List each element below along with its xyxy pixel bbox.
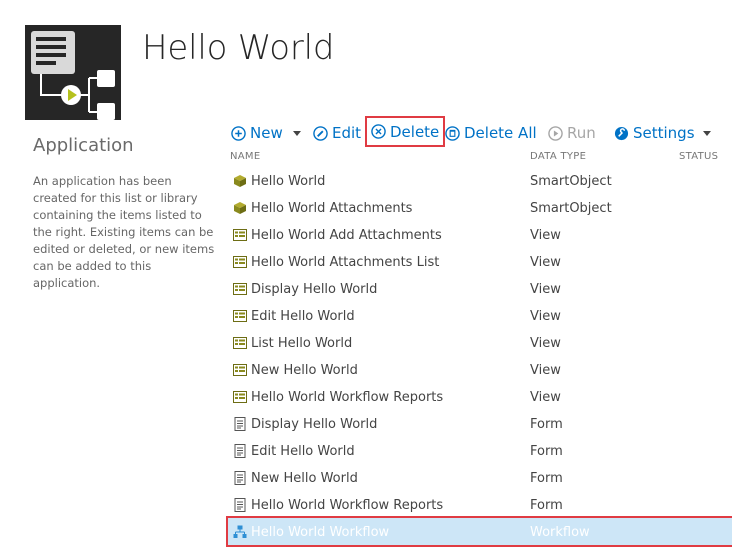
item-data-type: View xyxy=(530,390,561,405)
item-name[interactable]: Hello World xyxy=(251,174,325,189)
delete-circle-icon xyxy=(371,124,386,139)
list-item[interactable]: Hello World SmartObject xyxy=(228,167,732,194)
wrench-icon xyxy=(614,126,629,140)
form-icon xyxy=(233,444,247,458)
run-button[interactable]: Run xyxy=(548,121,596,145)
run-label: Run xyxy=(567,124,596,142)
item-data-type: SmartObject xyxy=(530,201,612,216)
item-data-type: Form xyxy=(530,417,563,432)
play-icon xyxy=(548,125,563,141)
smartobject-icon xyxy=(233,201,247,215)
item-data-type: Form xyxy=(530,444,563,459)
list-item[interactable]: Hello World Add Attachments View xyxy=(228,221,732,248)
new-label: New xyxy=(250,124,283,142)
workflow-icon xyxy=(233,525,247,539)
item-name[interactable]: Edit Hello World xyxy=(251,444,355,459)
settings-button[interactable]: Settings xyxy=(614,121,695,145)
items-list: Hello World SmartObject Hello World Attach… xyxy=(226,167,732,547)
column-header-status[interactable]: STATUS xyxy=(679,151,718,162)
item-data-type: Form xyxy=(530,498,563,513)
item-name[interactable]: Hello World Workflow xyxy=(251,525,389,540)
list-item[interactable]: Hello World Attachments SmartObject xyxy=(228,194,732,221)
view-icon xyxy=(233,363,247,377)
item-data-type: View xyxy=(530,255,561,270)
item-name[interactable]: New Hello World xyxy=(251,471,358,486)
list-item[interactable]: Display Hello World View xyxy=(228,275,732,302)
form-icon xyxy=(233,471,247,485)
delete-label: Delete xyxy=(390,122,440,141)
item-name[interactable]: Edit Hello World xyxy=(251,309,355,324)
chevron-down-icon xyxy=(293,130,301,136)
item-data-type: View xyxy=(530,336,561,351)
list-item[interactable]: Display Hello World Form xyxy=(228,410,732,437)
page-title: Hello World xyxy=(142,28,335,68)
item-name[interactable]: Hello World Attachments List xyxy=(251,255,439,270)
app-tile xyxy=(25,25,121,120)
view-icon xyxy=(233,336,247,350)
delete-button[interactable]: Delete xyxy=(365,116,446,147)
add-circle-icon xyxy=(231,125,246,141)
edit-icon xyxy=(313,125,328,141)
panel-title: Application xyxy=(33,135,134,156)
settings-dropdown-button[interactable] xyxy=(703,121,711,145)
list-item[interactable]: Hello World Workflow Reports View xyxy=(228,383,732,410)
chevron-down-icon xyxy=(703,130,711,136)
item-name[interactable]: Hello World Add Attachments xyxy=(251,228,442,243)
trash-icon xyxy=(445,125,460,141)
column-header-name[interactable]: NAME xyxy=(230,151,260,162)
new-button[interactable]: New xyxy=(231,121,283,145)
delete-all-label: Delete All xyxy=(464,124,537,142)
item-data-type: View xyxy=(530,309,561,324)
new-dropdown-button[interactable] xyxy=(293,121,301,145)
item-data-type: View xyxy=(530,282,561,297)
item-data-type: Form xyxy=(530,471,563,486)
item-name[interactable]: Hello World Workflow Reports xyxy=(251,390,443,405)
item-name[interactable]: Hello World Workflow Reports xyxy=(251,498,443,513)
list-item[interactable]: Hello World Workflow Reports Form xyxy=(228,491,732,518)
list-item[interactable]: Edit Hello World View xyxy=(228,302,732,329)
form-icon xyxy=(233,417,247,431)
list-item[interactable]: Hello World Workflow Workflow xyxy=(226,516,732,547)
form-icon xyxy=(233,498,247,512)
item-data-type: Workflow xyxy=(530,525,590,540)
view-icon xyxy=(233,282,247,296)
list-item[interactable]: List Hello World View xyxy=(228,329,732,356)
view-icon xyxy=(233,255,247,269)
item-name[interactable]: Display Hello World xyxy=(251,417,377,432)
item-data-type: View xyxy=(530,363,561,378)
column-header-data-type[interactable]: DATA TYPE xyxy=(530,151,586,162)
item-name[interactable]: List Hello World xyxy=(251,336,352,351)
item-name[interactable]: New Hello World xyxy=(251,363,358,378)
list-item[interactable]: Edit Hello World Form xyxy=(228,437,732,464)
view-icon xyxy=(233,309,247,323)
settings-label: Settings xyxy=(633,124,695,142)
item-name[interactable]: Hello World Attachments xyxy=(251,201,412,216)
list-item[interactable]: Hello World Attachments List View xyxy=(228,248,732,275)
smartobject-icon xyxy=(233,174,247,188)
item-data-type: View xyxy=(530,228,561,243)
workflow-app-icon xyxy=(31,31,115,120)
list-item[interactable]: New Hello World View xyxy=(228,356,732,383)
view-icon xyxy=(233,390,247,404)
panel-description: An application has been created for this… xyxy=(33,174,215,290)
delete-all-button[interactable]: Delete All xyxy=(445,121,537,145)
list-item[interactable]: New Hello World Form xyxy=(228,464,732,491)
item-name[interactable]: Display Hello World xyxy=(251,282,377,297)
edit-label: Edit xyxy=(332,124,362,142)
edit-button[interactable]: Edit xyxy=(313,121,361,145)
view-icon xyxy=(233,228,247,242)
item-data-type: SmartObject xyxy=(530,174,612,189)
